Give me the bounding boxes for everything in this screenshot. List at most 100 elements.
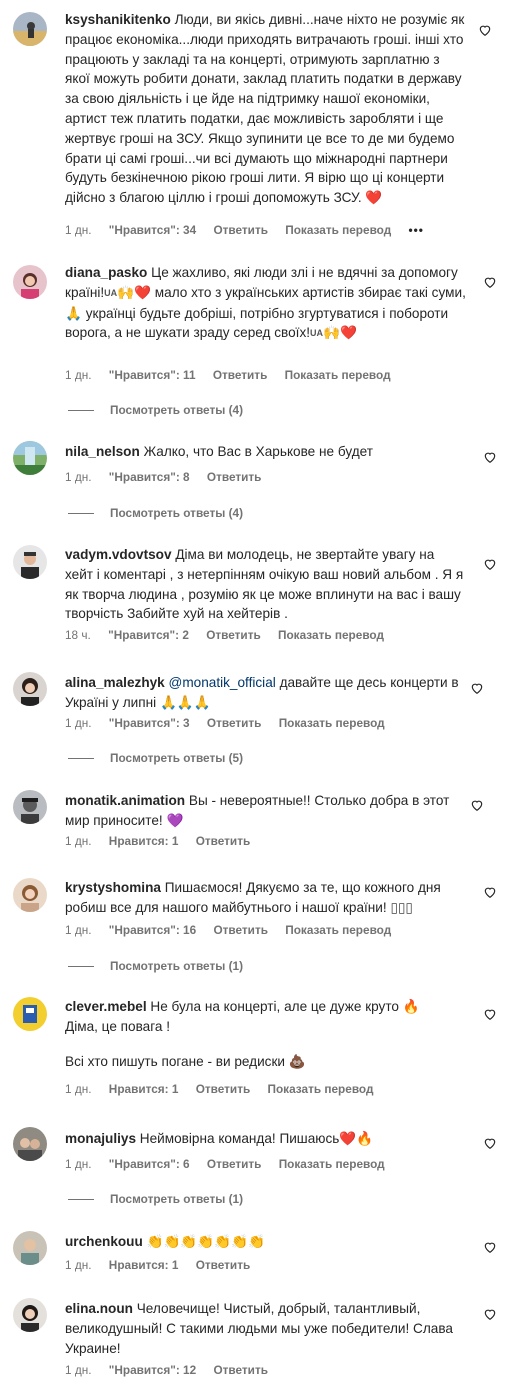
- comment-time: 1 дн.: [65, 223, 92, 237]
- view-replies-button[interactable]: Посмотреть ответы (4): [68, 403, 243, 417]
- comment-username[interactable]: diana_pasko: [65, 265, 147, 280]
- comment-username[interactable]: ksyshanikitenko: [65, 12, 171, 27]
- likes-count[interactable]: "Нравится": 11: [109, 368, 196, 382]
- comment-username[interactable]: urchenkouu: [65, 1234, 143, 1249]
- comment-username[interactable]: alina_malezhyk: [65, 675, 165, 690]
- comment-username[interactable]: monatik.animation: [65, 793, 185, 808]
- fire-emoji: 🔥: [402, 999, 420, 1014]
- avatar[interactable]: [13, 441, 47, 475]
- likes-count[interactable]: "Нравится": 12: [109, 1363, 196, 1377]
- comment-username[interactable]: nila_nelson: [65, 444, 140, 459]
- comment-body: clever.mebel Не була на концерті, але це…: [65, 997, 466, 1071]
- translate-button[interactable]: Показать перевод: [278, 628, 384, 642]
- mention-link[interactable]: @monatik_official: [169, 675, 276, 690]
- comment-meta: 1 дн. "Нравится": 11 Ответить Показать п…: [65, 368, 405, 382]
- like-heart-icon[interactable]: [483, 1307, 497, 1321]
- comment-username[interactable]: monajuliys: [65, 1131, 136, 1146]
- reply-button[interactable]: Ответить: [207, 470, 262, 484]
- divider-line: [68, 1199, 94, 1201]
- heart-fire-emoji: ❤️🔥: [339, 1131, 374, 1146]
- like-heart-icon[interactable]: [483, 557, 497, 571]
- likes-count[interactable]: Нравится: 1: [109, 1258, 179, 1272]
- view-replies-label: Посмотреть ответы (4): [110, 506, 244, 520]
- comment-time: 1 дн.: [65, 1258, 92, 1272]
- comment-body: alina_malezhyk @monatik_official давайте…: [65, 673, 466, 713]
- translate-button[interactable]: Показать перевод: [268, 1082, 374, 1096]
- comment-meta: 1 дн. Нравится: 1 Ответить Показать пере…: [65, 1082, 387, 1096]
- comment-meta: 1 дн. "Нравится": 6 Ответить Показать пе…: [65, 1157, 399, 1171]
- comment-username[interactable]: krystyshomina: [65, 880, 161, 895]
- comment-time: 1 дн.: [65, 923, 92, 937]
- comment-body: urchenkouu 👏👏👏👏👏👏👏: [65, 1232, 466, 1252]
- divider-line: [68, 513, 94, 515]
- likes-count[interactable]: "Нравится": 8: [109, 470, 190, 484]
- comment-body: monatik.animation Вы - невероятные!! Сто…: [65, 791, 466, 831]
- translate-button[interactable]: Показать перевод: [285, 923, 391, 937]
- like-heart-icon[interactable]: [470, 681, 484, 695]
- comment-body: nila_nelson Жалко, что Вас в Харькове не…: [65, 442, 466, 462]
- reply-button[interactable]: Ответить: [196, 1082, 251, 1096]
- purple-heart-emoji: 💜: [166, 812, 184, 828]
- like-heart-icon[interactable]: [483, 885, 497, 899]
- ua-flag-emoji: UA: [104, 287, 118, 298]
- like-heart-icon[interactable]: [483, 1007, 497, 1021]
- avatar[interactable]: [13, 1298, 47, 1332]
- avatar[interactable]: [13, 1231, 47, 1265]
- more-options-icon[interactable]: •••: [409, 223, 424, 237]
- like-heart-icon[interactable]: [483, 275, 497, 289]
- comment-text: Не була на концерті, але це дуже круто: [150, 999, 399, 1014]
- like-heart-icon[interactable]: [478, 23, 492, 37]
- reply-button[interactable]: Ответить: [213, 923, 268, 937]
- like-heart-icon[interactable]: [483, 450, 497, 464]
- likes-count[interactable]: "Нравится": 34: [109, 223, 196, 237]
- view-replies-button[interactable]: Посмотреть ответы (1): [68, 959, 243, 973]
- avatar[interactable]: [13, 545, 47, 579]
- reply-button[interactable]: Ответить: [206, 628, 261, 642]
- view-replies-button[interactable]: Посмотреть ответы (5): [68, 751, 243, 765]
- comment-text: Неймовірна команда! Пишаюсь: [139, 1131, 340, 1146]
- reply-button[interactable]: Ответить: [196, 834, 251, 848]
- translate-button[interactable]: Показать перевод: [285, 368, 391, 382]
- likes-count[interactable]: "Нравится": 2: [108, 628, 189, 642]
- reply-button[interactable]: Ответить: [196, 1258, 251, 1272]
- like-heart-icon[interactable]: [470, 798, 484, 812]
- reply-button[interactable]: Ответить: [213, 1363, 268, 1377]
- likes-count[interactable]: "Нравится": 3: [109, 716, 190, 730]
- avatar[interactable]: [13, 672, 47, 706]
- avatar[interactable]: [13, 1127, 47, 1161]
- reply-button[interactable]: Ответить: [207, 1157, 262, 1171]
- view-replies-label: Посмотреть ответы (5): [110, 751, 244, 765]
- avatar[interactable]: [13, 265, 47, 299]
- like-heart-icon[interactable]: [483, 1136, 497, 1150]
- comment-time: 1 дн.: [65, 1082, 92, 1096]
- like-heart-icon[interactable]: [483, 1240, 497, 1254]
- likes-count[interactable]: Нравится: 1: [109, 834, 179, 848]
- translate-button[interactable]: Показать перевод: [279, 716, 385, 730]
- likes-count[interactable]: "Нравится": 16: [109, 923, 196, 937]
- avatar[interactable]: [13, 790, 47, 824]
- avatar[interactable]: [13, 878, 47, 912]
- comment-text: українці будьте добріші, потрібно згурту…: [65, 305, 449, 341]
- reply-button[interactable]: Ответить: [213, 223, 268, 237]
- comment-body: krystyshomina Пишаємося! Дякуємо за те, …: [65, 878, 466, 918]
- likes-count[interactable]: Нравится: 1: [109, 1082, 179, 1096]
- comment-time: 1 дн.: [65, 470, 92, 484]
- reply-button[interactable]: Ответить: [207, 716, 262, 730]
- comment-meta: 1 дн. "Нравится": 16 Ответить Показать п…: [65, 923, 405, 937]
- comment-username[interactable]: clever.mebel: [65, 999, 147, 1014]
- avatar[interactable]: [13, 997, 47, 1031]
- reply-button[interactable]: Ответить: [213, 368, 268, 382]
- avatar[interactable]: [13, 12, 47, 46]
- comment-username[interactable]: elina.noun: [65, 1301, 133, 1316]
- likes-count[interactable]: "Нравится": 6: [109, 1157, 190, 1171]
- praying-hands-emoji: 🙏: [65, 305, 82, 321]
- comment-time: 1 дн.: [65, 1363, 92, 1377]
- view-replies-button[interactable]: Посмотреть ответы (4): [68, 506, 243, 520]
- view-replies-button[interactable]: Посмотреть ответы (1): [68, 1192, 243, 1206]
- praying-hands-emoji: 🙏🙏🙏: [159, 694, 211, 710]
- comment-username[interactable]: vadym.vdovtsov: [65, 547, 172, 562]
- translate-button[interactable]: Показать перевод: [279, 1157, 385, 1171]
- translate-button[interactable]: Показать перевод: [285, 223, 391, 237]
- view-replies-label: Посмотреть ответы (1): [110, 959, 244, 973]
- clapping-hands-emoji: 👏👏👏👏👏👏👏: [146, 1234, 266, 1249]
